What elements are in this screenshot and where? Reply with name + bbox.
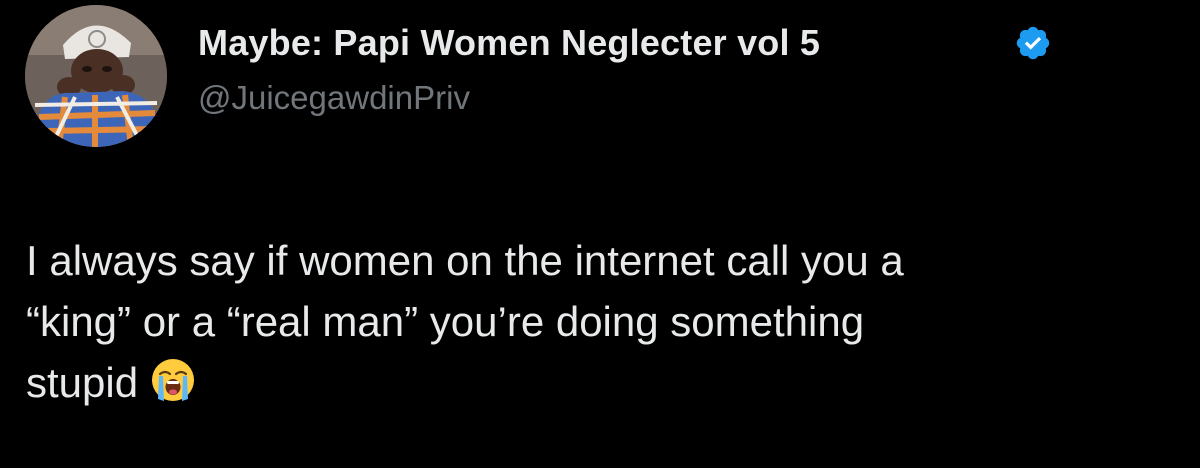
tweet-text-line: I always say if women on the internet ca…	[26, 237, 904, 284]
tweet-text-line: “king” or a “real man” you’re doing some…	[26, 298, 865, 345]
avatar[interactable]	[25, 5, 167, 147]
loudly-crying-face-icon	[150, 357, 196, 403]
tweet-text-line-last: stupid	[26, 352, 1176, 413]
tweet-text: I always say if women on the internet ca…	[26, 230, 1176, 413]
tweet-text-line: stupid	[26, 359, 139, 406]
verified-badge-icon	[1014, 24, 1052, 62]
avatar-photo-icon	[25, 5, 167, 147]
author-display-name[interactable]: Maybe: Papi Women Neglecter vol 5	[198, 22, 820, 64]
author-handle[interactable]: @JuicegawdinPriv	[198, 79, 470, 117]
